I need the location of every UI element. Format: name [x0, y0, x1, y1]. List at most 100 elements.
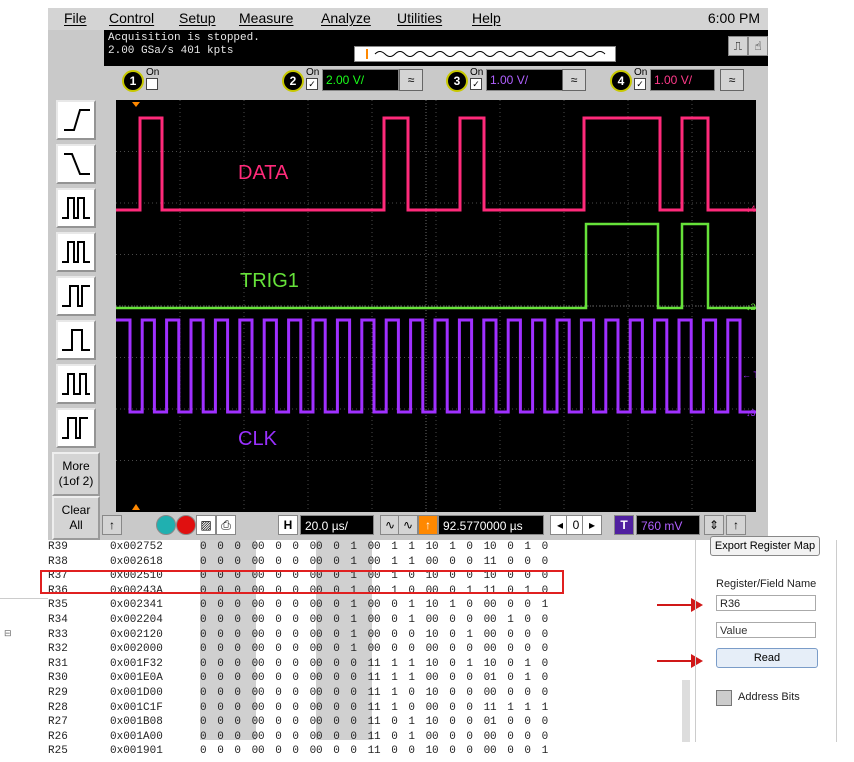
menu-control[interactable]: Control	[109, 10, 154, 26]
channel-4-checkbox[interactable]: ✓	[634, 78, 646, 90]
register-row[interactable]: R25 0x001901 0 0 0 00 0 0 00 0 0 11 0 0 10…	[48, 744, 608, 759]
register-bit-nibble: 1 0 1 0	[374, 730, 435, 743]
trigger-sequence-icon[interactable]	[56, 408, 96, 448]
channel-3-scale[interactable]: 1.00 V/	[486, 69, 563, 91]
pin-icon[interactable]: ↑	[102, 515, 122, 535]
channel-4-scale[interactable]: 1.00 V/	[650, 69, 715, 91]
h-button[interactable]: H	[278, 515, 298, 535]
channel-2-checkbox[interactable]: ✓	[306, 78, 318, 90]
cyan-circle-icon[interactable]	[156, 515, 176, 535]
register-bit-nibble: 0 0 0 1	[374, 628, 435, 641]
address-bits-label: Address Bits	[738, 691, 800, 703]
table-scrollbar[interactable]	[682, 680, 690, 742]
register-bit-nibble: 1 0 1 0	[490, 672, 551, 685]
trigger-pattern-icon[interactable]	[56, 232, 96, 272]
menu-analyze[interactable]: Analyze	[321, 10, 371, 26]
register-name: R38	[48, 555, 68, 568]
print-icon[interactable]: ⎙	[216, 515, 236, 535]
more-button-label: More (1of 2)	[58, 459, 94, 488]
more-button[interactable]: More (1of 2)	[52, 452, 100, 496]
register-row[interactable]: R33 0x002120 0 0 0 00 0 0 00 0 1 00 0 0 10…	[48, 628, 608, 643]
register-hex-value: 0x002204	[110, 613, 163, 626]
register-hex-value: 0x002000	[110, 643, 163, 656]
register-bit-nibble: 1 1 0 0	[374, 701, 435, 714]
fine-coarse-icon[interactable]: ∿	[380, 515, 400, 535]
status-line-1: Acquisition is stopped.	[108, 32, 260, 44]
register-bit-nibble: 0 0 0 0	[490, 686, 551, 699]
image-icon[interactable]: ▨	[196, 515, 216, 535]
stop-circle-icon[interactable]	[176, 515, 196, 535]
read-button[interactable]: Read	[716, 648, 818, 668]
register-row[interactable]: R31 0x001F32 0 0 0 00 0 0 00 0 0 11 1 1 10…	[48, 657, 608, 672]
channel-3-checkbox[interactable]: ✓	[470, 78, 482, 90]
left-pane-divider	[0, 598, 48, 599]
address-bits-checkbox[interactable]	[716, 690, 732, 706]
register-row[interactable]: R39 0x002752 0 0 0 00 0 0 00 0 1 00 1 1 10…	[48, 540, 608, 555]
waveform-display[interactable]: ↓4 ↓2 ← T ↓3	[116, 100, 756, 512]
register-row[interactable]: R35 0x002341 0 0 0 00 0 0 00 0 1 00 0 1 10…	[48, 598, 608, 613]
register-bit-nibble: 0 0 1 0	[374, 613, 435, 626]
register-row[interactable]: R26 0x001A00 0 0 0 00 0 0 00 0 0 11 0 1 00…	[48, 730, 608, 745]
register-bit-nibble: 0 0 0 0	[200, 701, 261, 714]
menu-measure[interactable]: Measure	[239, 10, 293, 26]
trigger-timeout-icon[interactable]	[56, 364, 96, 404]
acquisition-memory-bar[interactable]	[354, 46, 616, 62]
pane-collapse-icon[interactable]: ⊟	[4, 628, 12, 639]
channel-4-badge[interactable]: 4	[610, 70, 632, 92]
register-bit-nibble: 0 0 0 0	[200, 672, 261, 685]
menu-utilities[interactable]: Utilities	[397, 10, 442, 26]
menu-help[interactable]: Help	[472, 10, 501, 26]
ch3-ground-marker: ↓3	[746, 408, 756, 418]
clear-all-button[interactable]: Clear All	[52, 496, 100, 540]
t-button[interactable]: T	[614, 515, 634, 535]
menu-file[interactable]: File	[64, 10, 87, 26]
register-bit-nibble: 0 0 1 0	[316, 643, 377, 656]
register-row[interactable]: R38 0x002618 0 0 0 00 0 0 00 0 1 00 1 1 00…	[48, 555, 608, 570]
register-hex-value: 0x001B08	[110, 716, 163, 729]
run-stop-icon[interactable]: ⎍	[728, 36, 748, 56]
channel-bar: 1 On 2 On ✓ 2.00 V/ ≈ 3 On ✓ 1.00 V/ ≈ 4…	[104, 66, 768, 96]
channel-2-badge[interactable]: 2	[282, 70, 304, 92]
trigger-pulse-width-icon[interactable]	[56, 188, 96, 228]
export-register-map-button[interactable]: Export Register Map	[710, 536, 820, 556]
trigger-falling-edge-icon[interactable]	[56, 144, 96, 184]
register-bit-nibble: 0 0 1 0	[490, 657, 551, 670]
trigger-level[interactable]: 760 mV	[636, 515, 700, 535]
channel-1-checkbox[interactable]	[146, 78, 158, 90]
channel-3-badge[interactable]: 3	[446, 70, 468, 92]
zoom-wave-icon[interactable]: ∿	[398, 515, 418, 535]
touch-icon[interactable]: ☝	[748, 36, 768, 56]
trigger-pin-icon[interactable]: ↑	[726, 515, 746, 535]
channel-2-coupling-icon[interactable]: ≈	[399, 69, 423, 91]
register-field-name-input[interactable]: R36	[716, 595, 816, 611]
register-row[interactable]: R30 0x001E0A 0 0 0 00 0 0 00 0 0 11 1 1 00…	[48, 671, 608, 686]
menu-setup[interactable]: Setup	[179, 10, 216, 26]
trigger-level-stepper-icon[interactable]: ⇕	[704, 515, 724, 535]
value-input[interactable]: Value	[716, 622, 816, 638]
register-name: R39	[48, 541, 68, 553]
register-row[interactable]: R28 0x001C1F 0 0 0 00 0 0 00 0 0 11 1 0 00…	[48, 701, 608, 716]
channel-4-coupling-icon[interactable]: ≈	[720, 69, 744, 91]
trigger-delay-icon[interactable]	[56, 320, 96, 360]
delay-marker-icon[interactable]: ↑	[418, 515, 438, 535]
register-name: R25	[48, 745, 68, 758]
register-bit-nibble: 0 0 0 0	[490, 643, 551, 656]
register-row[interactable]: R34 0x002204 0 0 0 00 0 0 00 0 1 00 0 1 00…	[48, 613, 608, 628]
register-row[interactable]: R32 0x002000 0 0 0 00 0 0 00 0 1 00 0 0 00…	[48, 642, 608, 657]
channel-1-badge[interactable]: 1	[122, 70, 144, 92]
trigger-rising-edge-icon[interactable]	[56, 100, 96, 140]
trigger-state-icon[interactable]	[56, 276, 96, 316]
delay-right-arrow-icon[interactable]: ▸	[582, 515, 602, 535]
status-line-2: 2.00 GSa/s 401 kpts	[108, 45, 234, 57]
register-bit-nibble: 0 0 0 0	[258, 657, 319, 670]
channel-2-scale[interactable]: 2.00 V/	[322, 69, 399, 91]
ch4-ground-marker: ↓4	[746, 204, 756, 214]
register-row[interactable]: R29 0x001D00 0 0 0 00 0 0 00 0 0 11 1 0 10…	[48, 686, 608, 701]
horizontal-delay[interactable]: 92.5770000 µs	[438, 515, 544, 535]
register-bit-nibble: 0 0 0 0	[258, 701, 319, 714]
channel-3-coupling-icon[interactable]: ≈	[562, 69, 586, 91]
register-row[interactable]: R27 0x001B08 0 0 0 00 0 0 00 0 0 11 0 1 10…	[48, 715, 608, 730]
register-name: R34	[48, 613, 68, 626]
horizontal-scale[interactable]: 20.0 µs/	[300, 515, 374, 535]
register-name: R29	[48, 686, 68, 699]
